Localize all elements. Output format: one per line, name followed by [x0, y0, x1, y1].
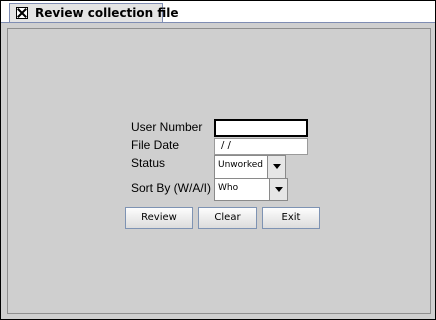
close-icon[interactable]	[16, 7, 28, 19]
status-selected-value: Unworked	[218, 160, 263, 170]
application-window: Review collection file User Number File …	[0, 0, 436, 320]
sort-by-selected-value: Who	[218, 183, 239, 193]
tab-title: Review collection file	[35, 6, 179, 20]
exit-button[interactable]: Exit	[262, 207, 320, 229]
clear-button[interactable]: Clear	[198, 207, 257, 229]
tab-review-collection-file[interactable]: Review collection file	[9, 3, 179, 23]
tab-divider	[1, 22, 435, 23]
tab-strip: Review collection file	[1, 1, 435, 23]
sort-by-dropdown-button[interactable]	[269, 179, 287, 200]
sort-by-select[interactable]: Who	[214, 178, 288, 201]
status-select[interactable]: Unworked	[214, 155, 286, 179]
status-dropdown-button[interactable]	[267, 156, 285, 178]
user-number-input[interactable]	[214, 119, 308, 137]
user-number-label: User Number	[131, 120, 203, 134]
chevron-down-icon	[275, 187, 283, 192]
file-date-input[interactable]: / /	[214, 138, 308, 155]
review-button[interactable]: Review	[125, 207, 193, 229]
status-label: Status	[131, 156, 166, 170]
chevron-down-icon	[273, 164, 281, 169]
file-date-label: File Date	[131, 138, 180, 152]
sort-by-label: Sort By (W/A/I)	[131, 181, 212, 195]
